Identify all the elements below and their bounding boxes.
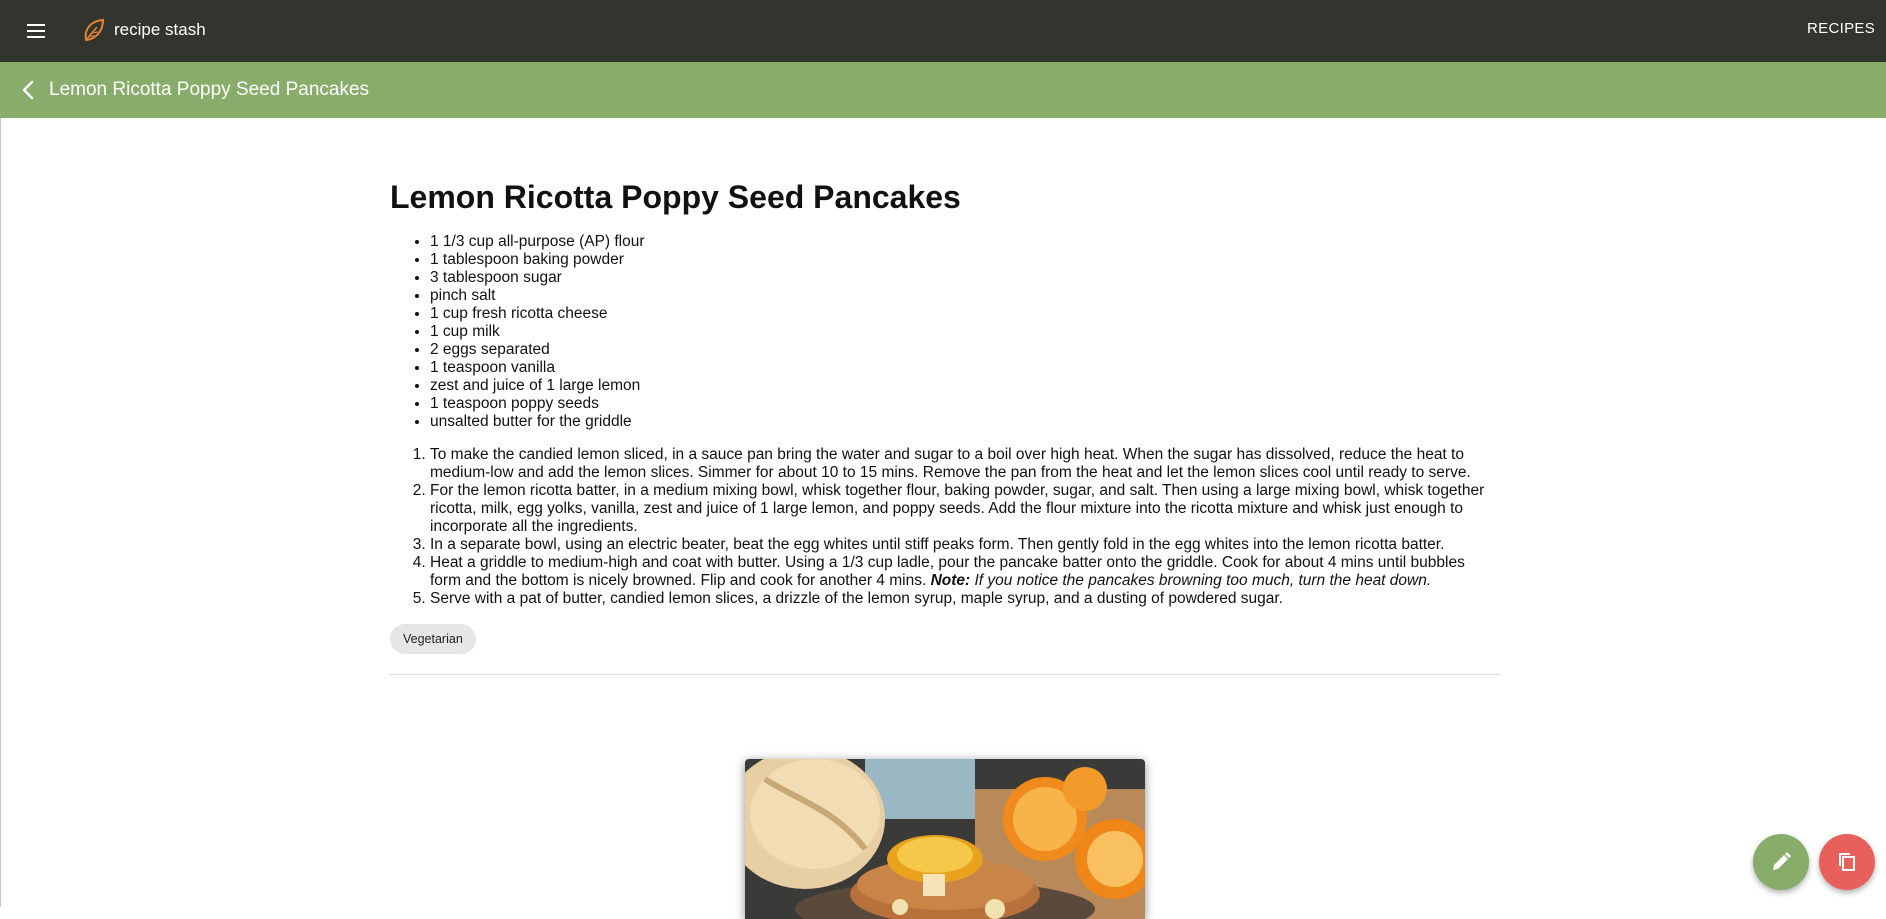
hamburger-menu-icon-bar	[27, 30, 45, 32]
section-divider	[390, 674, 1500, 675]
content-left-border	[0, 118, 1, 907]
step-item: For the lemon ricotta batter, in a mediu…	[430, 482, 1500, 536]
steps-list: To make the candied lemon sliced, in a s…	[390, 446, 1500, 608]
recipe-title: Lemon Ricotta Poppy Seed Pancakes	[390, 179, 961, 215]
leaf-logo-icon	[84, 18, 105, 42]
ingredient-item: unsalted butter for the griddle	[430, 413, 1500, 431]
ingredient-item: 1 cup milk	[430, 323, 1500, 341]
tag-chip-vegetarian[interactable]: Vegetarian	[390, 624, 476, 654]
edit-recipe-button[interactable]	[1753, 834, 1809, 890]
copy-icon	[1839, 853, 1855, 871]
step-item: Heat a griddle to medium-high and coat w…	[430, 554, 1500, 590]
copy-recipe-button[interactable]	[1819, 834, 1875, 890]
ingredient-item: pinch salt	[430, 287, 1500, 305]
ingredient-item: 1 tablespoon baking powder	[430, 251, 1500, 269]
ingredient-item: 3 tablespoon sugar	[430, 269, 1500, 287]
ingredient-item: zest and juice of 1 large lemon	[430, 377, 1500, 395]
page-header-bar: Lemon Ricotta Poppy Seed Pancakes	[0, 62, 1886, 118]
chevron-left-icon[interactable]	[18, 78, 40, 102]
hamburger-menu-icon	[27, 24, 45, 26]
recipe-content: Lemon Ricotta Poppy Seed Pancakes 1 1/3 …	[390, 118, 1500, 675]
ingredient-item: 1 1/3 cup all-purpose (AP) flour	[430, 233, 1500, 251]
ingredients-list: 1 1/3 cup all-purpose (AP) flour 1 table…	[390, 233, 1500, 431]
pancake-photo	[745, 759, 1145, 919]
note-text: If you notice the pancakes browning too …	[974, 572, 1432, 589]
ingredient-item: 1 teaspoon poppy seeds	[430, 395, 1500, 413]
brand-name: recipe stash	[114, 20, 206, 39]
nav-recipes-link[interactable]: RECIPES	[1807, 20, 1875, 37]
step-item: Serve with a pat of butter, candied lemo…	[430, 590, 1500, 608]
menu-button[interactable]	[22, 18, 50, 44]
step-item: In a separate bowl, using an electric be…	[430, 536, 1500, 554]
step-item: To make the candied lemon sliced, in a s…	[430, 446, 1500, 482]
page-header-title: Lemon Ricotta Poppy Seed Pancakes	[49, 79, 370, 100]
brand-home-link[interactable]: recipe stash	[80, 16, 206, 44]
ingredient-item: 1 teaspoon vanilla	[430, 359, 1500, 377]
recipe-photo	[745, 759, 1145, 919]
ingredient-item: 2 eggs separated	[430, 341, 1500, 359]
ingredient-item: 1 cup fresh ricotta cheese	[430, 305, 1500, 323]
note-label: Note:	[930, 572, 971, 589]
hamburger-menu-icon-bar	[27, 36, 45, 38]
pencil-icon	[1773, 852, 1791, 870]
top-app-bar: recipe stash RECIPES	[0, 0, 1886, 62]
